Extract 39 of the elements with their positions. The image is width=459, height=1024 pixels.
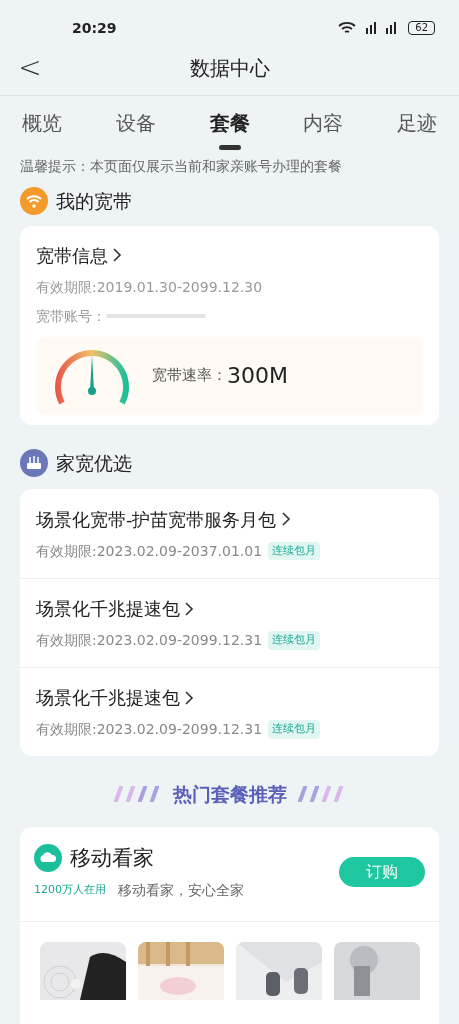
- package-title-link[interactable]: 场景化千兆提速包: [36, 684, 194, 711]
- back-button[interactable]: <: [18, 46, 42, 89]
- package-title-link[interactable]: 场景化千兆提速包: [36, 595, 194, 622]
- wifi-icon: [20, 187, 48, 216]
- battery-level: 62: [408, 21, 435, 35]
- status-time: 20:29: [72, 18, 117, 38]
- notice-text: 温馨提示：本页面仅展示当前和家亲账号办理的套餐: [19, 157, 343, 176]
- renewal-tag: 连续包月: [268, 541, 321, 561]
- chevron-right-icon: [112, 248, 122, 262]
- section-title: 我的宽带: [56, 189, 132, 214]
- recommend-heading: 热门套餐推荐: [172, 782, 287, 807]
- product-slogan: 移动看家，安心全家: [118, 881, 244, 900]
- user-count: 1200万人在用: [34, 882, 106, 899]
- validity-text: 有效期限:2023.02.09-2099.12.31: [36, 631, 263, 650]
- tab[interactable]: 套餐: [209, 108, 250, 152]
- chevron-right-icon: [184, 690, 194, 705]
- renewal-tag: 连续包月: [268, 720, 321, 739]
- speed-label: 宽带速率：: [152, 365, 227, 387]
- renewal-tag: 连续包月: [268, 631, 321, 650]
- tab[interactable]: 足迹: [397, 108, 437, 152]
- tab[interactable]: 内容: [303, 108, 344, 152]
- page-title: 数据中心: [188, 54, 271, 82]
- section-title: 家宽优选: [56, 450, 132, 476]
- package-title-link[interactable]: 场景化宽带-护苗宽带服务月包: [36, 505, 291, 533]
- chevron-right-icon: [280, 512, 291, 526]
- tab[interactable]: 概览: [22, 108, 62, 152]
- speed-value: 300M: [227, 362, 288, 390]
- account-label: 宽带账号：: [36, 306, 106, 326]
- tab-indicator: [218, 145, 241, 150]
- card-title-link[interactable]: 宽带信息: [36, 241, 122, 269]
- validity-text: 有效期限:2023.02.09-2037.01.01: [36, 541, 263, 561]
- cloud-icon: [34, 844, 62, 873]
- product-name: 移动看家: [70, 844, 154, 872]
- validity-text: 有效期限:2019.01.30-2099.12.30: [36, 277, 264, 297]
- tab[interactable]: 设备: [115, 108, 156, 152]
- router-icon: [20, 448, 48, 477]
- validity-text: 有效期限:2023.02.09-2099.12.31: [36, 720, 263, 739]
- wifi-icon: [338, 21, 357, 35]
- chevron-right-icon: [184, 601, 194, 616]
